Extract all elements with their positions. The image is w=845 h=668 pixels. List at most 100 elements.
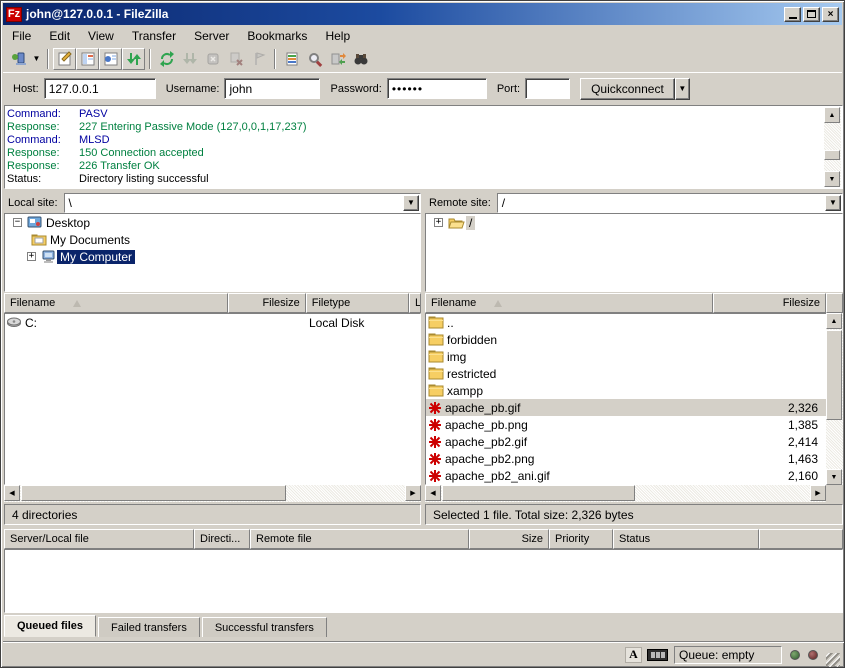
local-column-filename[interactable]: Filename [4,293,228,313]
expand-icon[interactable] [27,252,36,261]
menu-transfer[interactable]: Transfer [123,27,185,45]
toggle-transfer-queue-button[interactable] [122,48,145,70]
remote-file-row[interactable]: apache_pb2.gif2,414 [426,433,826,450]
host-input[interactable] [44,78,156,99]
indicator-badge-icon[interactable] [647,649,668,661]
remote-file-row[interactable]: .. [426,314,826,331]
tree-item-label: My Documents [47,233,133,247]
menu-edit[interactable]: Edit [40,27,79,45]
column-label: Filename [10,297,55,309]
remote-file-row[interactable]: restricted [426,365,826,382]
quickconnect-button[interactable]: Quickconnect [580,78,675,100]
remote-column-spacer [826,293,843,313]
tree-item-root[interactable]: / [426,214,842,231]
find-files-button[interactable] [349,48,372,70]
local-site-combobox[interactable]: \ ▼ [64,193,421,213]
filezilla-app-icon: Fz [6,7,22,22]
directory-comparison-button[interactable] [303,48,326,70]
tree-item-my-computer[interactable]: My Computer [5,248,420,265]
site-manager-button[interactable] [7,48,30,70]
scrollbar-thumb[interactable] [21,485,286,501]
remote-site-combobox[interactable]: / ▼ [497,193,843,213]
cancel-operation-button[interactable] [201,48,224,70]
local-horizontal-scrollbar[interactable]: ◀ ▶ [4,485,421,502]
remote-column-filesize[interactable]: Filesize [713,293,826,313]
directory-filter-button[interactable] [280,48,303,70]
queue-column-status[interactable]: Status [613,529,759,549]
queue-status: Queue: empty [674,646,782,664]
toggle-message-log-button[interactable] [53,48,76,70]
tree-item-desktop[interactable]: Desktop [5,214,420,231]
remote-file-row[interactable]: apache_pb2_ani.gif2,160 [426,467,826,484]
menu-server[interactable]: Server [185,27,238,45]
collapse-icon[interactable] [13,218,22,227]
tab-failed-transfers[interactable]: Failed transfers [98,617,200,637]
scroll-up-icon[interactable]: ▲ [824,107,840,123]
menu-view[interactable]: View [79,27,123,45]
tree-item-my-documents[interactable]: My Documents [5,231,420,248]
username-input[interactable] [224,78,320,99]
remote-file-row-selected[interactable]: apache_pb.gif2,326 [426,399,826,416]
close-button[interactable]: × [822,7,839,22]
chevron-down-icon: ▼ [678,84,686,93]
remote-file-row[interactable]: xampp [426,382,826,399]
scroll-down-icon[interactable]: ▼ [826,469,842,485]
queue-column-remote-file[interactable]: Remote file [250,529,469,549]
tab-queued-files[interactable]: Queued files [4,615,96,637]
queue-column-size[interactable]: Size [469,529,549,549]
port-label: Port: [497,83,520,95]
process-queue-button[interactable] [178,48,201,70]
menu-bookmarks[interactable]: Bookmarks [238,27,316,45]
file-name: restricted [447,367,496,381]
tab-successful-transfers[interactable]: Successful transfers [202,617,327,637]
local-site-dropdown[interactable]: ▼ [403,195,419,211]
expand-icon[interactable] [434,218,443,227]
scroll-up-icon[interactable]: ▲ [826,313,842,329]
remote-file-row[interactable]: apache_pb.png1,385 [426,416,826,433]
transfer-type-ascii-icon[interactable]: A [625,647,642,663]
minimize-button[interactable] [784,7,801,22]
resize-grip[interactable] [826,653,840,667]
queue-column-spacer [759,529,843,549]
queue-column-direction[interactable]: Directi... [194,529,250,549]
site-manager-dropdown[interactable]: ▼ [30,48,43,70]
tab-label: Successful transfers [215,622,314,634]
local-column-lastmodified[interactable]: L [409,293,421,313]
maximize-button[interactable] [803,7,820,22]
toggle-local-tree-button[interactable] [76,48,99,70]
local-file-row[interactable]: C: Local Disk [5,314,420,331]
disconnect-button[interactable] [224,48,247,70]
file-name: apache_pb2_ani.gif [445,469,550,483]
log-scrollbar[interactable]: ▲ ▼ [824,107,841,187]
menu-file[interactable]: File [3,27,40,45]
toggle-remote-tree-button[interactable] [99,48,122,70]
scroll-left-icon[interactable]: ◀ [4,485,20,501]
queue-column-priority[interactable]: Priority [549,529,613,549]
scroll-left-icon[interactable]: ◀ [425,485,441,501]
reconnect-button[interactable] [247,48,270,70]
scrollbar-thumb[interactable] [442,485,635,501]
remote-site-dropdown[interactable]: ▼ [825,195,841,211]
local-column-filesize[interactable]: Filesize [228,293,305,313]
local-column-filetype[interactable]: Filetype [306,293,409,313]
queue-list [4,549,843,613]
scroll-down-icon[interactable]: ▼ [824,171,840,187]
refresh-button[interactable] [155,48,178,70]
remote-column-filename[interactable]: Filename [425,293,713,313]
scroll-right-icon[interactable]: ▶ [405,485,421,501]
queue-column-server-local-file[interactable]: Server/Local file [4,529,194,549]
scrollbar-thumb[interactable] [824,150,840,160]
remote-file-row[interactable]: img [426,348,826,365]
password-input[interactable] [387,78,487,99]
remote-file-row[interactable]: forbidden [426,331,826,348]
scrollbar-thumb[interactable] [826,330,842,420]
remote-horizontal-scrollbar[interactable]: ◀ ▶ [425,485,826,502]
synchronized-browsing-button[interactable] [326,48,349,70]
quickconnect-dropdown[interactable]: ▼ [675,78,690,100]
remote-vertical-scrollbar[interactable]: ▲ ▼ [826,313,843,485]
scroll-right-icon[interactable]: ▶ [810,485,826,501]
title-bar[interactable]: Fz john@127.0.0.1 - FileZilla × [3,3,842,25]
menu-help[interactable]: Help [316,27,359,45]
remote-file-row[interactable]: apache_pb2.png1,463 [426,450,826,467]
port-input[interactable] [525,78,570,99]
